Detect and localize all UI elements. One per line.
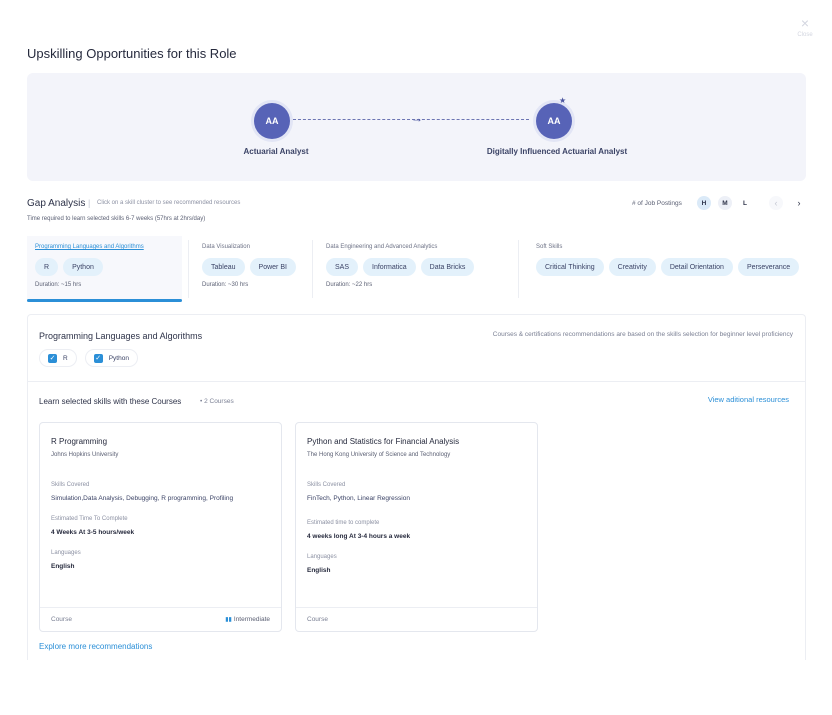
skills-covered-label: Skills Covered [51,482,90,488]
languages-label: Languages [51,550,81,556]
time-label: Estimated time to complete [307,520,380,526]
cluster-duration: Duration: ~22 hrs [326,282,373,288]
skill-cluster-data-engineering[interactable]: Data Engineering and Advanced Analytics … [318,236,508,302]
level-bars-icon: ▮▮ [225,617,232,623]
skill-chip-detail-orientation[interactable]: Detail Orientation [660,258,733,276]
time-value: 4 weeks long At 3-4 hours a week [307,533,411,540]
course-type: Course [51,616,72,623]
course-level: ▮▮ Intermediate [225,616,270,623]
chevron-right-icon[interactable]: › [792,196,806,210]
skill-chip-tableau[interactable]: Tableau [202,258,245,276]
cluster-title: Soft Skills [536,244,563,250]
skills-covered-value: Simulation,Data Analysis, Debugging, R p… [51,495,234,502]
course-provider: Johns Hopkins University [51,452,119,458]
skill-chip-power-bi[interactable]: Power BI [249,258,296,276]
skill-chip-informatica[interactable]: Informatica [363,258,416,276]
skill-cluster-strip: Programming Languages and Algorithms R P… [27,236,806,302]
skill-checkbox-r[interactable]: ✓ R [39,349,77,367]
time-label: Estimated Time To Complete [51,516,128,522]
gap-separator: | [88,198,91,208]
close-button[interactable]: × Close [795,16,815,38]
skill-chip-data-bricks[interactable]: Data Bricks [420,258,475,276]
job-postings-high-filter[interactable]: H [697,196,711,210]
languages-value: English [307,567,331,574]
cluster-title: Programming Languages and Algorithms [35,244,144,250]
course-card[interactable]: R Programming Johns Hopkins University S… [39,422,282,632]
languages-label: Languages [307,554,337,560]
target-role-avatar: AA [536,103,572,139]
chevron-left-icon[interactable]: ‹ [769,196,783,210]
recommendation-note: Courses & certifications recommendations… [492,331,793,338]
skill-cluster-soft-skills[interactable]: Soft Skills Critical Thinking Creativity… [528,236,806,302]
cluster-details-panel: Programming Languages and Algorithms Cou… [27,314,806,660]
time-value: 4 Weeks At 3-5 hours/week [51,529,135,536]
course-level-label: Intermediate [233,616,270,623]
course-count: • 2 Courses [200,398,234,405]
cluster-divider [312,240,313,298]
cluster-title: Data Visualization [202,244,250,250]
course-name[interactable]: Python and Statistics for Financial Anal… [307,437,459,446]
card-footer: Course ▮▮ Intermediate [40,607,281,631]
current-role-name: Actuarial Analyst [243,147,309,156]
skill-chip-creativity[interactable]: Creativity [608,258,656,276]
view-additional-resources-link[interactable]: View aditional resources [708,395,789,404]
cluster-divider [188,240,189,298]
course-type: Course [307,616,328,623]
skill-chip-sas[interactable]: SAS [326,258,359,276]
target-role-name: Digitally Influenced Actuarial Analyst [486,147,628,156]
section-divider [28,381,805,382]
skill-checkbox-python[interactable]: ✓ Python [84,349,138,367]
skill-chip-perseverance[interactable]: Perseverance [737,258,800,276]
checkbox-label: R [63,354,68,362]
course-name[interactable]: R Programming [51,437,107,446]
checkbox-check-icon[interactable]: ✓ [93,353,103,363]
cluster-divider [518,240,519,298]
card-footer: Course [296,607,537,631]
languages-value: English [51,563,75,570]
skill-checkbox-row: ✓ R ✓ Python [39,349,138,367]
checkbox-check-icon[interactable]: ✓ [48,353,57,363]
star-icon: ★ [559,96,567,105]
course-provider: The Hong Kong University of Science and … [307,452,451,458]
skill-cluster-programming[interactable]: Programming Languages and Algorithms R P… [27,236,182,302]
close-icon[interactable]: × [795,16,815,30]
current-role-avatar: AA [254,103,290,139]
job-postings-low-filter[interactable]: L [738,196,752,210]
explore-more-link[interactable]: Explore more recommendations [39,642,152,651]
course-card[interactable]: Python and Statistics for Financial Anal… [295,422,538,632]
time-required: Time required to learn selected skills 6… [27,216,206,222]
cluster-title: Data Engineering and Advanced Analytics [326,244,438,250]
courses-section-title: Learn selected skills with these Courses [39,397,182,406]
active-cluster-indicator [27,299,182,302]
skills-covered-value: FinTech, Python, Linear Regression [307,495,410,502]
close-label: Close [797,32,813,38]
details-title: Programming Languages and Algorithms [39,331,203,341]
job-postings-label: # of Job Postings [632,200,682,207]
gap-analysis-title: Gap Analysis [27,198,86,209]
skill-chip-critical-thinking[interactable]: Critical Thinking [536,258,604,276]
arrow-right-icon: → [411,111,423,125]
role-transition-banner: AA → AA ★ Actuarial Analyst Digitally In… [27,73,806,181]
modal-title: Upskilling Opportunities for this Role [27,46,237,61]
skill-cluster-visualization[interactable]: Data Visualization Tableau Power BI Dura… [194,236,306,302]
skill-chip-r[interactable]: R [35,258,59,276]
cluster-duration: Duration: ~15 hrs [35,282,82,288]
checkbox-label: Python [108,354,129,362]
skill-chip-python[interactable]: Python [63,258,103,276]
gap-analysis-hint: Click on a skill cluster to see recommen… [97,200,241,206]
job-postings-medium-filter[interactable]: M [718,196,732,210]
cluster-duration: Duration: ~30 hrs [202,282,249,288]
skills-covered-label: Skills Covered [307,482,346,488]
